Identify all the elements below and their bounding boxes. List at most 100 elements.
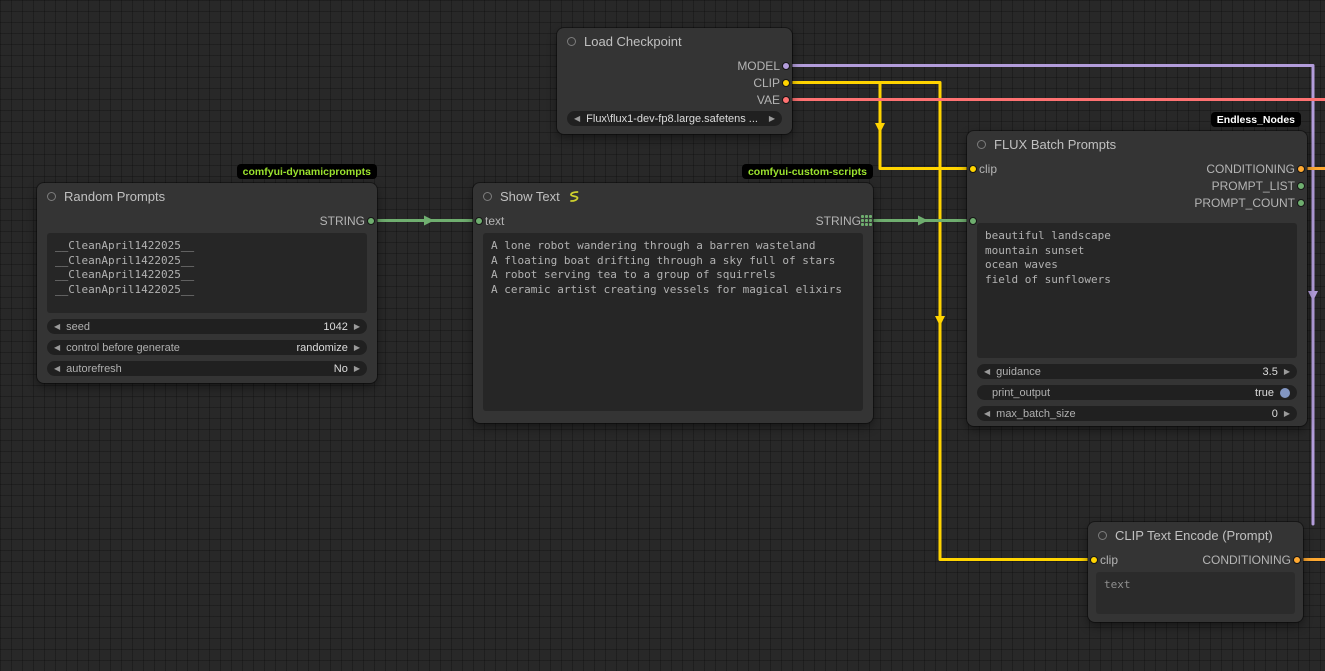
prompt-list-output-dot[interactable] [1297,182,1305,190]
slot-label-text-input: text [485,214,504,228]
ckpt-name-value: Flux\flux1-dev-fp8.large.safetens ... [586,113,763,125]
node-title-bar[interactable]: FLUX Batch Prompts [967,131,1307,157]
output-slot-prompt-count: PROMPT_COUNT [967,194,1307,211]
clip-input-dot[interactable] [1090,556,1098,564]
widget-value: 3.5 [1263,366,1278,378]
text-input-dot[interactable] [475,217,483,225]
increment-arrow-icon[interactable]: ▶ [354,323,360,331]
max-batch-size-widget[interactable]: ◀ max_batch_size 0 ▶ [977,406,1297,421]
text-line: A ceramic artist creating vessels for ma… [491,283,855,298]
node-title: CLIP Text Encode (Prompt) [1115,528,1273,543]
node-clip-text-encode[interactable]: CLIP Text Encode (Prompt) clip CONDITION… [1088,522,1303,622]
increment-arrow-icon[interactable]: ▶ [1284,410,1290,418]
badge-custom-scripts: comfyui-custom-scripts [742,164,873,179]
slot-label-vae: VAE [757,93,780,107]
node-title: Random Prompts [64,189,165,204]
node-title: FLUX Batch Prompts [994,137,1116,152]
prompt-text-input-dot[interactable] [969,217,977,225]
batch-prompts-textarea[interactable]: beautiful landscape mountain sunset ocea… [977,223,1297,358]
text-value: text [1104,578,1287,593]
decrement-arrow-icon[interactable]: ◀ [54,344,60,352]
node-title-bar[interactable]: CLIP Text Encode (Prompt) [1088,522,1303,548]
slot-label-string-output: STRING [816,214,861,228]
node-load-checkpoint[interactable]: Load Checkpoint MODEL CLIP VAE ◀ Flux\fl… [557,28,792,134]
widget-value: randomize [296,342,347,354]
ckpt-name-widget[interactable]: ◀ Flux\flux1-dev-fp8.large.safetens ... … [567,111,782,126]
widget-value: No [334,363,348,375]
clip-input-dot[interactable] [969,165,977,173]
text-line: mountain sunset [985,244,1289,259]
collapse-dot-icon[interactable] [567,37,576,46]
clip-output-dot[interactable] [782,79,790,87]
toggle-on-indicator[interactable] [1280,388,1290,398]
guidance-widget[interactable]: ◀ guidance 3.5 ▶ [977,364,1297,379]
wire-direction-arrow [1308,291,1318,301]
prompts-textarea[interactable]: __CleanApril1422025__ __CleanApril142202… [47,233,367,313]
badge-endless-nodes: Endless_Nodes [1211,112,1301,127]
model-output-dot[interactable] [782,62,790,70]
slot-label-clip-input: clip [979,162,997,176]
increment-arrow-icon[interactable]: ▶ [354,365,360,373]
output-slot-clip: CLIP [557,74,792,91]
text-line: __CleanApril1422025__ [55,239,359,254]
wire-direction-arrow [918,216,928,226]
node-title-bar[interactable]: Load Checkpoint [557,28,792,54]
autorefresh-widget[interactable]: ◀ autorefresh No ▶ [47,361,367,376]
slot-row-clip-conditioning: clip CONDITIONING [1088,551,1303,568]
node-title-bar[interactable]: Show Text [473,183,873,209]
output-slot-prompt-list: PROMPT_LIST [967,177,1307,194]
widget-value: 0 [1272,408,1278,420]
increment-arrow-icon[interactable]: ▶ [354,344,360,352]
decrement-arrow-icon[interactable]: ◀ [54,365,60,373]
decrement-arrow-icon[interactable]: ◀ [54,323,60,331]
node-title-bar[interactable]: Random Prompts [37,183,377,209]
widget-label: guidance [996,366,1041,378]
shown-text-textarea[interactable]: A lone robot wandering through a barren … [483,233,863,411]
widget-label: seed [66,321,90,333]
decrement-arrow-icon[interactable]: ◀ [984,368,990,376]
node-show-text[interactable]: Show Text text STRING A lone robot wande… [473,183,873,423]
increment-arrow-icon[interactable]: ▶ [1284,368,1290,376]
collapse-dot-icon[interactable] [47,192,56,201]
seed-widget[interactable]: ◀ seed 1042 ▶ [47,319,367,334]
slot-label-clip: CLIP [753,76,780,90]
widget-value: 1042 [323,321,347,333]
collapse-dot-icon[interactable] [977,140,986,149]
text-line: __CleanApril1422025__ [55,254,359,269]
prompt-count-output-dot[interactable] [1297,199,1305,207]
vae-output-dot[interactable] [782,96,790,104]
string-output-dot[interactable] [367,217,375,225]
decrement-arrow-icon[interactable]: ◀ [984,410,990,418]
node-title: Load Checkpoint [584,34,682,49]
prompt-text-textarea[interactable]: text [1096,572,1295,614]
text-line: A lone robot wandering through a barren … [491,239,855,254]
output-slot-string: STRING [37,212,377,229]
slot-label-prompt-count: PROMPT_COUNT [1194,196,1295,210]
node-flux-batch-prompts[interactable]: FLUX Batch Prompts clip CONDITIONING PRO… [967,131,1307,426]
badge-dynamicprompts: comfyui-dynamicprompts [237,164,377,179]
string-list-output-grid-icon[interactable] [861,215,872,226]
widget-label: max_batch_size [996,408,1076,420]
widget-label: autorefresh [66,363,122,375]
output-slot-vae: VAE [557,91,792,108]
text-line: A floating boat drifting through a sky f… [491,254,855,269]
collapse-dot-icon[interactable] [483,192,492,201]
control-before-generate-widget[interactable]: ◀ control before generate randomize ▶ [47,340,367,355]
text-line: ocean waves [985,258,1289,273]
slot-label-conditioning: CONDITIONING [1206,162,1295,176]
graph-canvas[interactable]: comfyui-dynamicprompts comfyui-custom-sc… [0,0,1325,671]
collapse-dot-icon[interactable] [1098,531,1107,540]
slot-row-text-string: text STRING [473,212,873,229]
conditioning-output-dot[interactable] [1293,556,1301,564]
wire-direction-arrow [875,123,885,133]
next-arrow-icon[interactable]: ▶ [769,115,775,123]
print-output-widget[interactable]: print_output true [977,385,1297,400]
output-slot-model: MODEL [557,57,792,74]
slot-label-clip-input: clip [1100,553,1118,567]
conditioning-output-dot[interactable] [1297,165,1305,173]
node-random-prompts[interactable]: Random Prompts STRING __CleanApril142202… [37,183,377,383]
slot-label-string: STRING [320,214,365,228]
prev-arrow-icon[interactable]: ◀ [574,115,580,123]
widget-label: print_output [984,387,1050,399]
text-line: beautiful landscape [985,229,1289,244]
